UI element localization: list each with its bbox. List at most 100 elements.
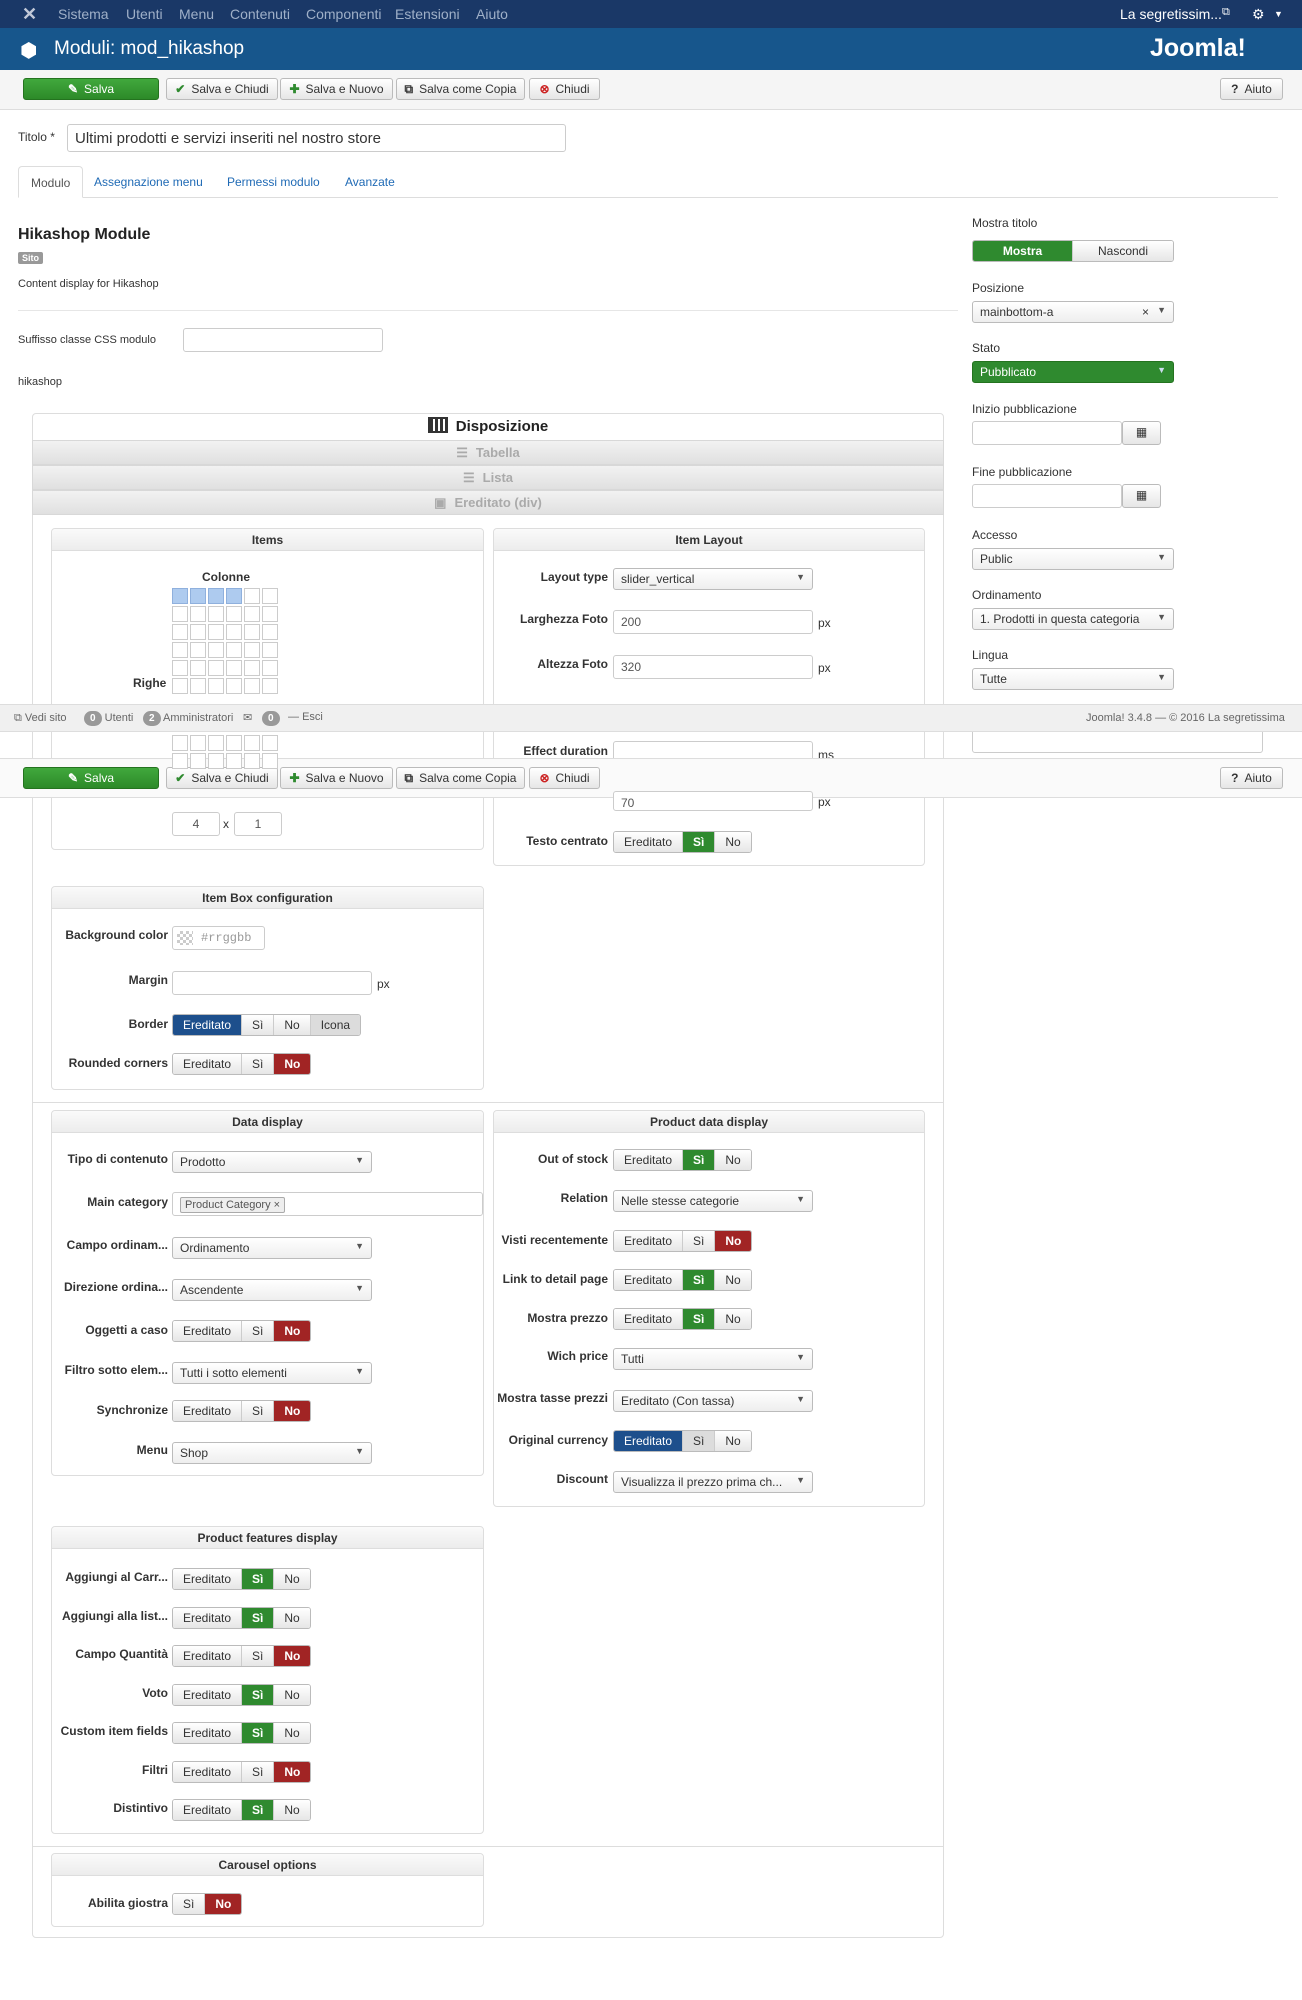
nav-contenuti[interactable]: Contenuti <box>230 6 290 22</box>
option-yes[interactable]: Sì <box>242 1015 275 1035</box>
option-no[interactable]: No <box>274 1401 311 1421</box>
margin-input[interactable] <box>172 971 372 995</box>
layout-option-list[interactable]: ☰ Lista <box>32 465 944 490</box>
feature-toggle[interactable]: Ereditato Sì No <box>172 1606 311 1629</box>
main-category-input[interactable]: Product Category × <box>172 1192 483 1216</box>
menu-select[interactable]: Shop ▼ <box>172 1442 372 1464</box>
option-no[interactable]: No <box>205 1894 242 1914</box>
grid-cell[interactable] <box>172 678 188 694</box>
tab-modulo[interactable]: Modulo <box>18 166 84 198</box>
grid-cell[interactable] <box>190 606 206 622</box>
option-yes[interactable]: Sì <box>242 1401 275 1421</box>
save-new-button[interactable]: ✚ Salva e Nuovo <box>280 767 393 789</box>
grid-cell[interactable] <box>208 642 224 658</box>
option-yes[interactable]: Sì <box>683 1231 716 1251</box>
option-inherited[interactable]: Ereditato <box>173 1646 243 1666</box>
save-button[interactable]: ✎ Salva <box>23 78 159 100</box>
layout-type-select[interactable]: slider_vertical ▼ <box>613 568 813 590</box>
chevron-down-icon[interactable]: ▼ <box>1274 9 1283 19</box>
discount-select[interactable]: Visualizza il prezzo prima ch... ▼ <box>613 1471 813 1493</box>
option-yes[interactable]: Sì <box>683 832 716 852</box>
grid-cell[interactable] <box>208 606 224 622</box>
layout-option-div[interactable]: ▣ Ereditato (div) <box>32 490 944 515</box>
option-no[interactable]: No <box>274 1054 311 1074</box>
grid-cell[interactable] <box>244 624 260 640</box>
nav-utenti[interactable]: Utenti <box>126 6 163 22</box>
nav-menu[interactable]: Menu <box>179 6 214 22</box>
photo-width-input[interactable]: 200 <box>613 610 813 634</box>
grid-cell[interactable] <box>226 678 242 694</box>
option-yes[interactable]: Sì <box>242 1723 275 1743</box>
grid-cell[interactable] <box>262 660 278 676</box>
option-inherited[interactable]: Ereditato <box>614 1309 684 1329</box>
grid-cell[interactable] <box>190 642 206 658</box>
grid-cell[interactable] <box>190 735 206 751</box>
option-inherited[interactable]: Ereditato <box>614 1231 684 1251</box>
bg-color-input[interactable]: #rrggbb <box>172 926 265 950</box>
grid-cell[interactable] <box>262 624 278 640</box>
grid-cell[interactable] <box>262 606 278 622</box>
admins-counter[interactable]: 2 Amministratori <box>143 711 233 726</box>
feature-toggle[interactable]: Ereditato Sì No <box>172 1645 312 1667</box>
option-inherited[interactable]: Ereditato <box>173 1684 243 1705</box>
option-inherited[interactable]: Ereditato <box>614 1150 684 1170</box>
option-inherited[interactable]: Ereditato <box>173 1800 243 1820</box>
grid-cell[interactable] <box>208 735 224 751</box>
option-yes[interactable]: Sì <box>683 1150 716 1170</box>
grid-cell[interactable] <box>172 588 188 604</box>
remove-icon[interactable]: × <box>274 1199 280 1211</box>
grid-cell[interactable] <box>262 735 278 751</box>
option-inherited[interactable]: Ereditato <box>173 1723 243 1743</box>
ordering-select[interactable]: 1. Prodotti in questa categoria ▼ <box>972 608 1174 630</box>
option-inherited[interactable]: Ereditato <box>173 1054 243 1074</box>
option-inherited[interactable]: Ereditato <box>614 1431 684 1451</box>
clear-icon[interactable]: × <box>1142 305 1149 319</box>
content-type-select[interactable]: Prodotto ▼ <box>172 1151 372 1173</box>
grid-cell[interactable] <box>172 606 188 622</box>
grid-cell[interactable] <box>172 642 188 658</box>
publish-start-input[interactable] <box>972 421 1122 445</box>
view-site-link[interactable]: ⧉ Vedi sito <box>14 712 67 725</box>
option-yes[interactable]: Sì <box>683 1309 716 1329</box>
users-counter[interactable]: 0 Utenti <box>84 711 133 726</box>
grid-cell[interactable] <box>226 606 242 622</box>
option-yes[interactable]: Sì <box>173 1894 206 1914</box>
option-no[interactable]: No <box>715 1231 752 1251</box>
grid-cell[interactable] <box>172 624 188 640</box>
photo-height-input[interactable]: 320 <box>613 655 813 679</box>
save-close-button[interactable]: ✔ Salva e Chiudi <box>166 78 278 100</box>
status-select[interactable]: Pubblicato ▼ <box>972 361 1174 383</box>
option-no[interactable]: No <box>715 1270 751 1290</box>
joomla-x-icon[interactable]: ✕ <box>22 4 37 25</box>
nav-estensioni[interactable]: Estensioni <box>395 6 460 22</box>
option-no[interactable]: No <box>274 1321 311 1341</box>
grid-cell[interactable] <box>226 660 242 676</box>
grid-cell[interactable] <box>262 678 278 694</box>
border-toggle[interactable]: Ereditato Sì No Icona <box>172 1014 362 1036</box>
grid-cell[interactable] <box>244 606 260 622</box>
tab-assegnazione-menu[interactable]: Assegnazione menu <box>82 166 215 198</box>
publish-end-input[interactable] <box>972 484 1122 508</box>
rounded-corners-toggle[interactable]: Ereditato Sì No <box>172 1053 312 1075</box>
option-yes[interactable]: Sì <box>242 1646 275 1666</box>
grid-cell[interactable] <box>172 660 188 676</box>
option-no[interactable]: No <box>715 1431 751 1451</box>
relation-select[interactable]: Nelle stesse categorie ▼ <box>613 1190 813 1212</box>
save-new-button[interactable]: ✚ Salva e Nuovo <box>280 78 393 100</box>
out-of-stock-toggle[interactable]: Ereditato Sì No <box>613 1149 752 1171</box>
feature-toggle[interactable]: Ereditato Sì No <box>172 1722 311 1744</box>
show-title-toggle[interactable]: Mostra Nascondi <box>972 240 1174 262</box>
language-select[interactable]: Tutte ▼ <box>972 668 1174 690</box>
columns-count-input[interactable]: 4 <box>172 812 220 836</box>
which-price-select[interactable]: Tutti ▼ <box>613 1348 813 1370</box>
option-inherited[interactable]: Ereditato <box>173 1569 243 1589</box>
option-no[interactable]: No <box>274 1761 311 1782</box>
help-button[interactable]: ? Aiuto <box>1220 78 1283 100</box>
grid-cell[interactable] <box>244 753 260 769</box>
option-inherited[interactable]: Ereditato <box>173 1761 243 1782</box>
mail-icon[interactable]: ✉ <box>243 711 252 724</box>
option-inherited[interactable]: Ereditato <box>173 1015 243 1035</box>
option-no[interactable]: No <box>274 1723 310 1743</box>
close-button[interactable]: ⊗ Chiudi <box>529 767 600 789</box>
logout-link[interactable]: — Esci <box>288 711 323 723</box>
